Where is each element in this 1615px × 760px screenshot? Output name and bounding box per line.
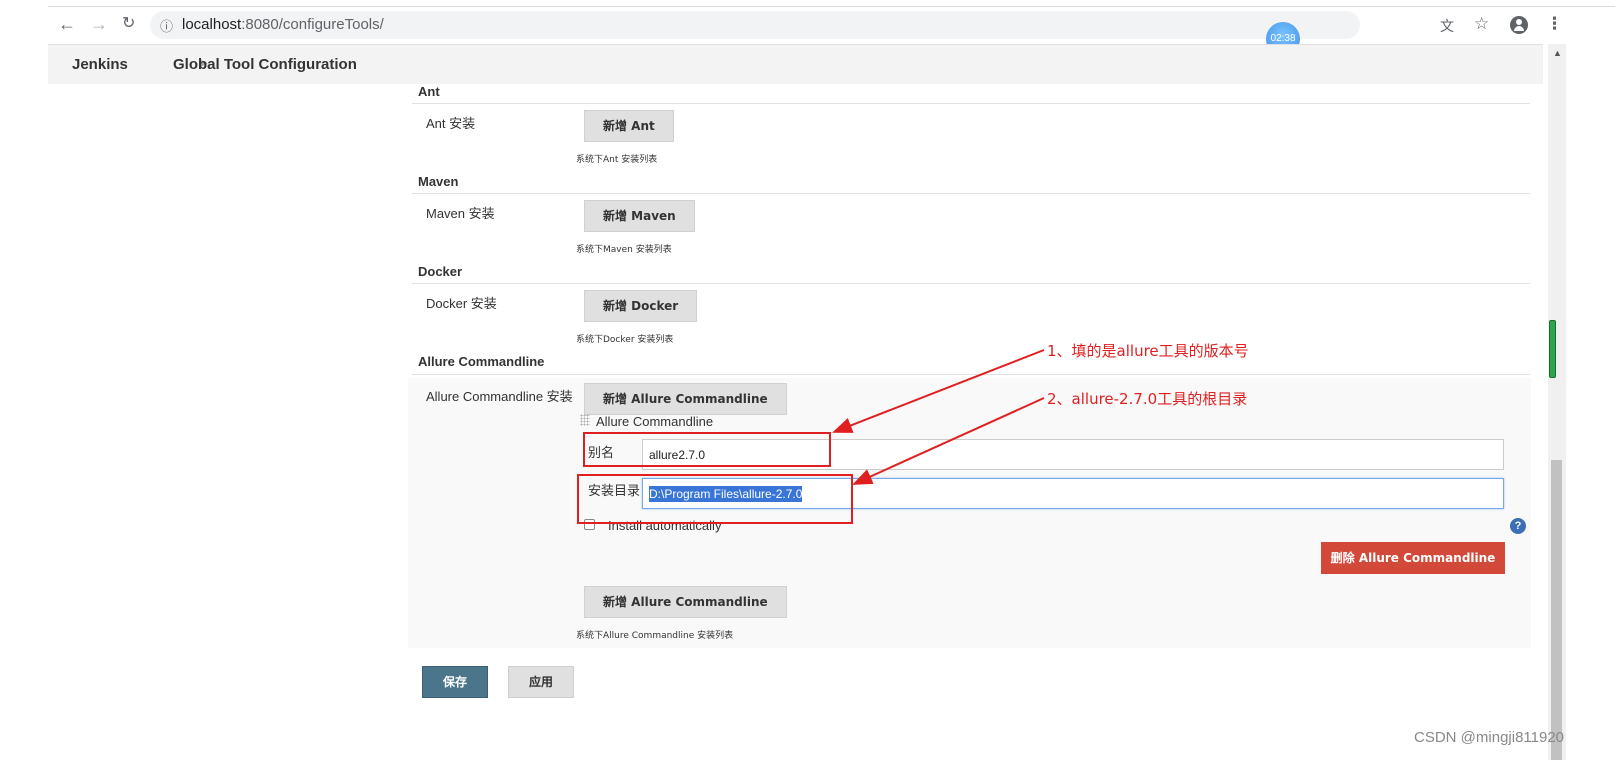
- arrow-to-alias: [832, 349, 1045, 433]
- watermark: CSDN @mingji811920: [1414, 729, 1565, 746]
- arrow-to-install-dir: [852, 397, 1045, 485]
- annotation-arrows: [832, 349, 1045, 485]
